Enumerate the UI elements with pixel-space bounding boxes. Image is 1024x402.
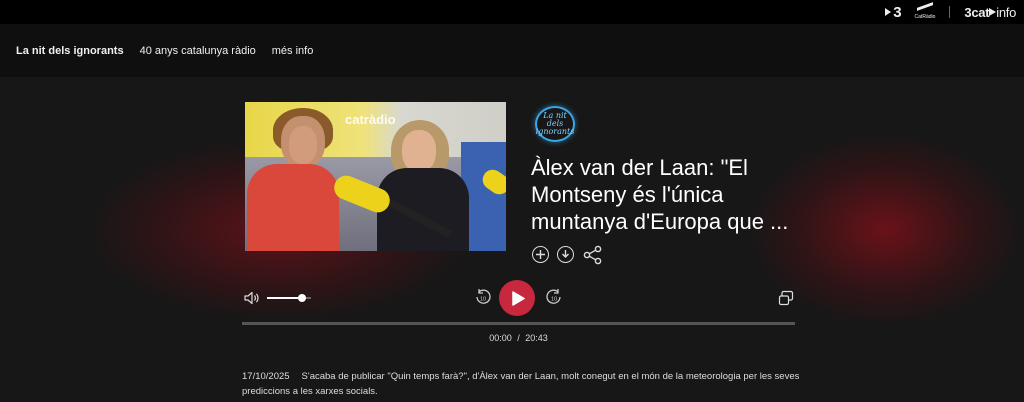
show-logo-line1: La nit dels [543, 111, 567, 128]
brand-tv3-logo[interactable]: 3 [885, 3, 902, 21]
volume-slider-handle[interactable] [298, 294, 307, 302]
episode-photo: catràdio [245, 102, 506, 251]
tv3-arrow-icon [885, 8, 892, 16]
share-icon[interactable] [583, 245, 603, 265]
download-icon [562, 250, 569, 258]
main-nav: La nit dels ignorants 40 anys catalunya … [0, 24, 1024, 77]
photo-sign-text: catràdio [345, 112, 396, 127]
show-logo[interactable]: La nit dels ignorants [535, 106, 575, 142]
add-to-list-button[interactable] [532, 246, 549, 263]
nav-item-mes-info[interactable]: més info [272, 45, 314, 57]
play-icon [512, 290, 525, 306]
brand-3cat-text: 3cat [964, 4, 990, 20]
popout-player-icon[interactable] [778, 290, 794, 306]
forward-10-button[interactable]: 10 [545, 288, 563, 306]
episode-title: Àlex van der Laan: "El Montseny és l'úni… [531, 155, 789, 234]
play-triangle-icon [989, 8, 997, 16]
play-button[interactable] [499, 280, 535, 316]
nav-item-la-nit-dels-ignorants[interactable]: La nit dels ignorants [16, 45, 124, 57]
time-separator: / [517, 333, 520, 343]
brand-3-text: 3 [893, 3, 901, 21]
top-brand-bar: 3 CatRàdio 3cat info [0, 0, 1024, 24]
brand-divider [949, 6, 951, 18]
nav-item-40-anys[interactable]: 40 anys catalunya ràdio [140, 45, 256, 57]
progress-bar[interactable] [242, 322, 795, 325]
time-display: 00:00 / 20:43 [242, 333, 795, 343]
brand-catradio-logo[interactable]: CatRàdio [915, 1, 935, 20]
rewind-10-label: 10 [480, 297, 486, 303]
volume-icon[interactable] [244, 291, 260, 305]
brand-3catinfo-logo[interactable]: 3cat info [964, 5, 1016, 20]
episode-date: 17/10/2025 [242, 371, 290, 382]
brand-info-text: info [996, 4, 1016, 20]
current-time: 00:00 [489, 333, 512, 343]
volume-slider-fill [267, 297, 303, 299]
download-button[interactable] [557, 246, 574, 263]
volume-slider[interactable] [267, 294, 311, 302]
duration: 20:43 [525, 333, 548, 343]
description-text: S'acaba de publicar "Quin temps farà?", … [242, 371, 800, 397]
show-logo-line2: ignorants [535, 127, 575, 136]
plus-circle-icon [536, 250, 545, 259]
forward-10-label: 10 [551, 297, 557, 303]
episode-description: 17/10/2025 S'acaba de publicar "Quin temp… [242, 369, 802, 399]
rewind-10-button[interactable]: 10 [474, 288, 492, 306]
